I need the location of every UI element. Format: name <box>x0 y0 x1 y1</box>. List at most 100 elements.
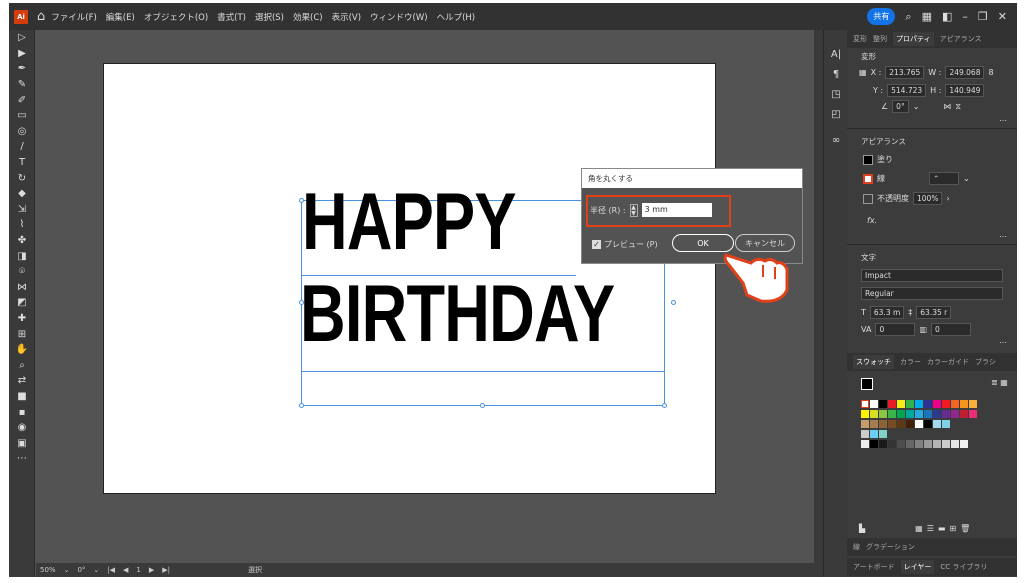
rectangle-tool-icon[interactable]: ▭ <box>9 108 35 124</box>
anchor-tool-icon[interactable]: ✐ <box>9 92 35 108</box>
tab-align[interactable]: 整列 <box>873 34 887 44</box>
menu-view[interactable]: 表示(V) <box>332 11 361 23</box>
new-swatch-icon[interactable]: ⊞ <box>949 524 956 533</box>
swatch[interactable] <box>870 440 878 448</box>
y-field[interactable]: 514.723 <box>887 84 927 97</box>
tab-transform[interactable]: 変形 <box>853 34 867 44</box>
screen-mode-icon[interactable]: ▣ <box>9 435 35 451</box>
links-panel-icon[interactable]: ∞ <box>824 130 848 150</box>
swatch[interactable] <box>879 400 887 408</box>
opacity-label[interactable]: 不透明度 <box>877 193 909 204</box>
swatch[interactable] <box>942 420 950 428</box>
menu-window[interactable]: ウィンドウ(W) <box>370 11 428 23</box>
vertical-scrollbar[interactable] <box>814 30 823 577</box>
live-paint-tool-icon[interactable]: ◩ <box>9 295 35 311</box>
stroke-weight-field[interactable]: ⌃ <box>929 172 959 185</box>
paragraph-panel-icon[interactable]: ¶ <box>824 64 848 84</box>
swatch[interactable] <box>906 410 914 418</box>
pencil-tool-icon[interactable]: / <box>9 139 35 155</box>
close-icon[interactable]: ✕ <box>998 10 1007 23</box>
swatch[interactable] <box>861 430 869 438</box>
more-options-icon[interactable]: ⋯ <box>999 338 1007 347</box>
scale-tool-icon[interactable]: ⇲ <box>9 202 35 218</box>
tab-brushes[interactable]: ブラシ <box>975 357 996 367</box>
rotate-tool-icon[interactable]: ↻ <box>9 170 35 186</box>
swatch[interactable] <box>942 400 950 408</box>
swatch[interactable] <box>906 420 914 428</box>
blend-tool-icon[interactable]: ⋈ <box>9 280 35 296</box>
swatch[interactable] <box>915 440 923 448</box>
pen-tool-icon[interactable]: ✒ <box>9 61 35 77</box>
kerning-field[interactable]: 0 <box>875 323 916 336</box>
swatch[interactable] <box>888 420 896 428</box>
swatch[interactable] <box>879 420 887 428</box>
resize-handle[interactable] <box>662 403 667 408</box>
chevron-down-icon[interactable]: ⌄ <box>93 566 99 574</box>
zoom-level[interactable]: 50% <box>40 566 56 574</box>
first-artboard-icon[interactable]: |◀ <box>107 566 115 574</box>
swatch[interactable] <box>942 410 950 418</box>
birthday-text[interactable]: BIRTHDAY <box>300 274 667 355</box>
swatch[interactable] <box>888 440 896 448</box>
menu-effect[interactable]: 効果(C) <box>293 11 323 23</box>
new-color-group-icon[interactable]: ▬ <box>938 524 946 533</box>
swatch[interactable] <box>924 410 932 418</box>
swatch[interactable] <box>942 440 950 448</box>
swatch[interactable] <box>951 440 959 448</box>
swatch[interactable] <box>879 410 887 418</box>
search-icon[interactable]: ⌕ <box>905 10 911 24</box>
swatch[interactable] <box>933 410 941 418</box>
chevron-down-icon[interactable]: ⌄ <box>913 102 920 111</box>
swatch[interactable] <box>969 400 977 408</box>
preview-checkbox[interactable]: ✓ <box>592 240 601 249</box>
leading-field[interactable]: 63.35 r <box>916 306 952 319</box>
arrange-documents-icon[interactable]: ◧ <box>942 10 952 23</box>
chevron-down-icon[interactable]: ⌄ <box>963 174 970 183</box>
hand-tool-icon[interactable]: ✋ <box>9 342 35 358</box>
chevron-right-icon[interactable]: › <box>946 194 949 203</box>
swatch[interactable] <box>924 400 932 408</box>
swap-colors-icon[interactable]: ⇄ <box>9 373 35 389</box>
workspace-icon[interactable]: ▦ <box>922 10 932 23</box>
stroke-swatch[interactable] <box>863 173 873 184</box>
resize-handle[interactable] <box>671 300 676 305</box>
swatch[interactable] <box>960 440 968 448</box>
swatch[interactable] <box>951 400 959 408</box>
fill-stroke-icon[interactable]: ■ <box>9 389 35 405</box>
tab-cc-libraries[interactable]: CC ライブラリ <box>940 562 987 572</box>
swatch[interactable] <box>906 440 914 448</box>
happy-text[interactable]: HAPPY <box>302 182 550 263</box>
width-tool-icon[interactable]: ⌇ <box>9 217 35 233</box>
resize-handle[interactable] <box>480 403 485 408</box>
fx-icon[interactable]: fx. <box>867 216 877 225</box>
more-tools-icon[interactable]: ⋯ <box>9 451 35 467</box>
swatch[interactable] <box>861 420 869 428</box>
character-panel-icon[interactable]: A| <box>824 44 848 64</box>
swatch[interactable] <box>870 430 878 438</box>
flip-horizontal-icon[interactable]: ⋈ <box>943 102 951 111</box>
swatch[interactable] <box>915 420 923 428</box>
menu-help[interactable]: ヘルプ(H) <box>437 11 476 23</box>
preview-option[interactable]: ✓ プレビュー (P) <box>592 239 658 250</box>
fill-stroke-indicator[interactable] <box>861 378 873 390</box>
swatch[interactable] <box>861 400 869 408</box>
swatch[interactable] <box>897 400 905 408</box>
swatch[interactable] <box>861 410 869 418</box>
color-mode-icon[interactable]: ▪ <box>9 404 35 420</box>
drawing-mode-icon[interactable]: ◉ <box>9 420 35 436</box>
swatch[interactable] <box>897 420 905 428</box>
tab-appearance[interactable]: アピアランス <box>940 34 982 44</box>
swatch[interactable] <box>870 410 878 418</box>
swatch[interactable] <box>933 400 941 408</box>
artboard-tool-icon[interactable]: ⊞ <box>9 326 35 342</box>
swatch[interactable] <box>960 400 968 408</box>
opacity-field[interactable]: 100% <box>913 192 943 205</box>
tab-color[interactable]: カラー <box>900 357 921 367</box>
menu-select[interactable]: 選択(S) <box>255 11 284 23</box>
chevron-down-icon[interactable]: ⌄ <box>64 566 70 574</box>
fill-swatch[interactable] <box>863 154 873 165</box>
list-view-icon[interactable]: ≣ ▦ <box>991 378 1008 387</box>
swatch[interactable] <box>879 440 887 448</box>
tab-gradient[interactable]: グラデーション <box>866 542 915 552</box>
swatch[interactable] <box>915 400 923 408</box>
